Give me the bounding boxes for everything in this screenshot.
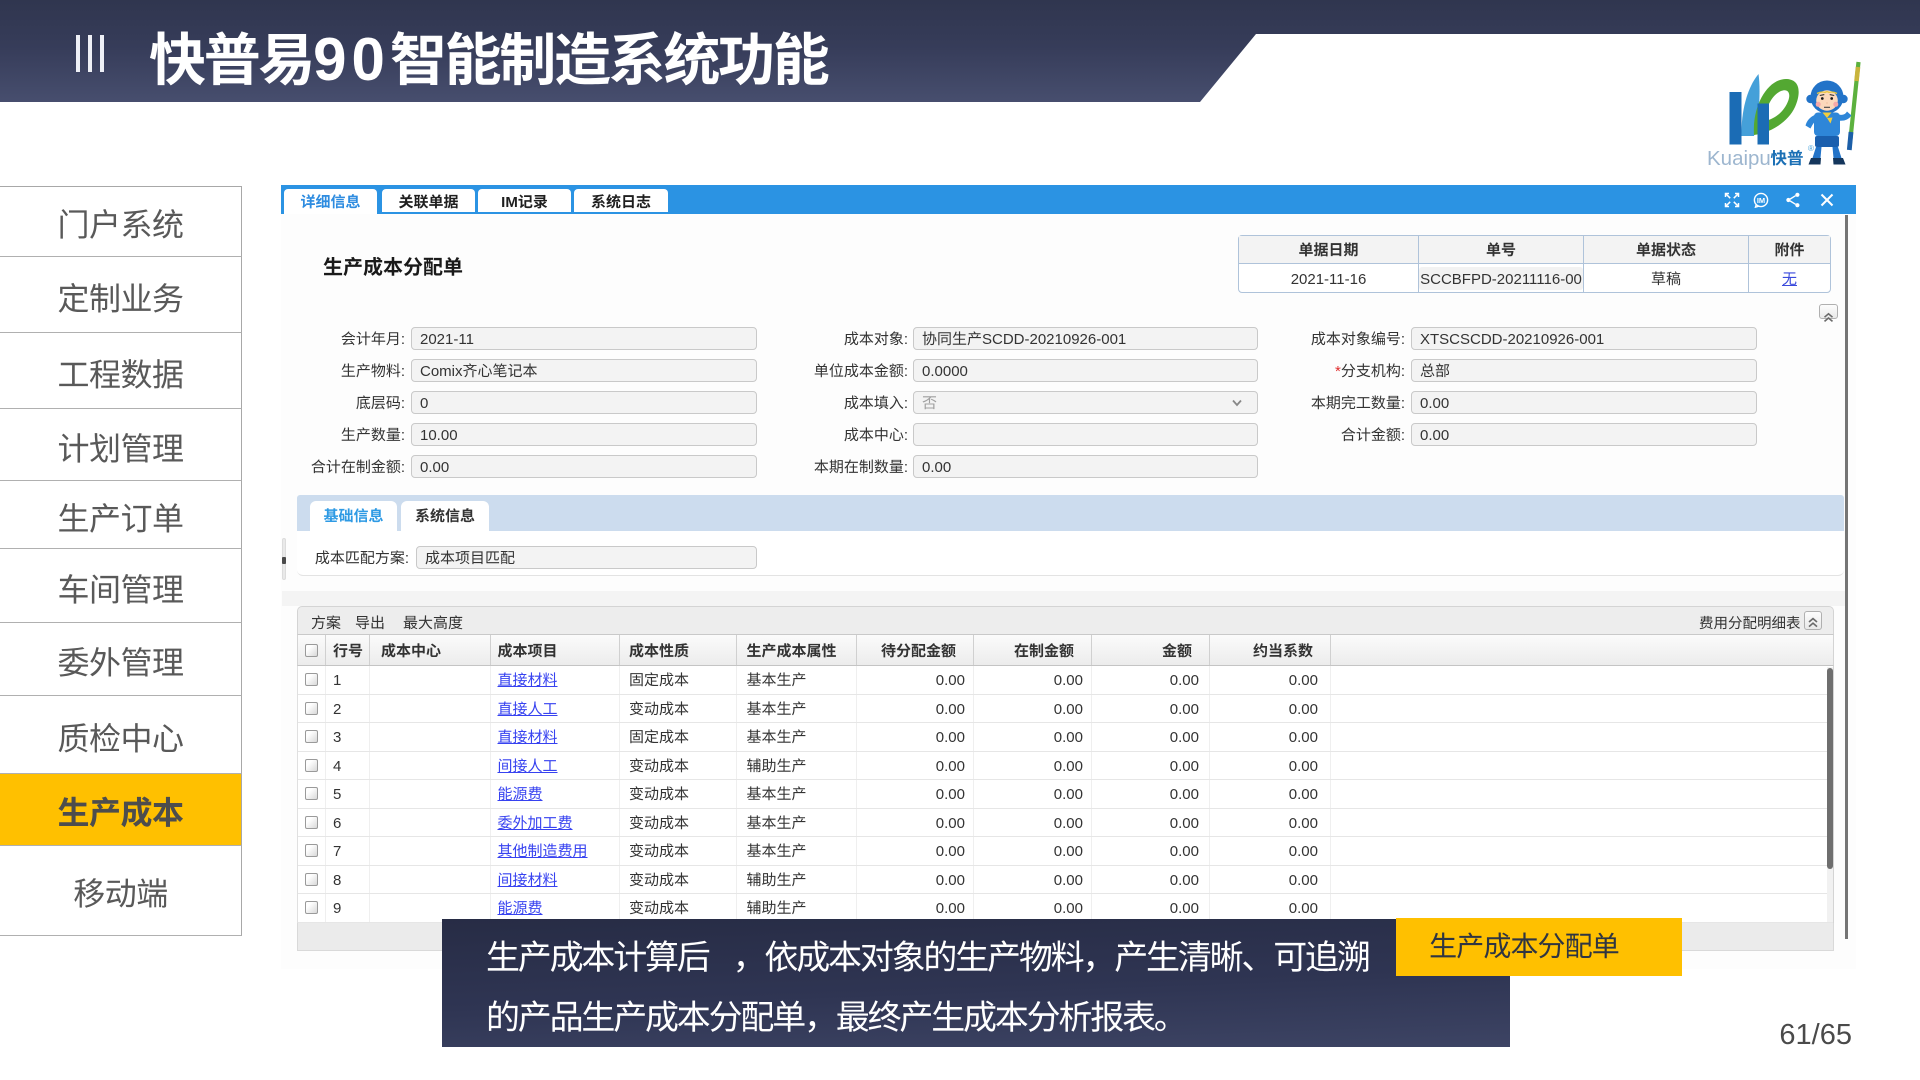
svg-text:Kuaipu: Kuaipu bbox=[1707, 147, 1771, 170]
svg-text:®: ® bbox=[1808, 144, 1814, 153]
svg-text:快普: 快普 bbox=[1771, 145, 1804, 169]
svg-text:IM: IM bbox=[1757, 196, 1765, 205]
